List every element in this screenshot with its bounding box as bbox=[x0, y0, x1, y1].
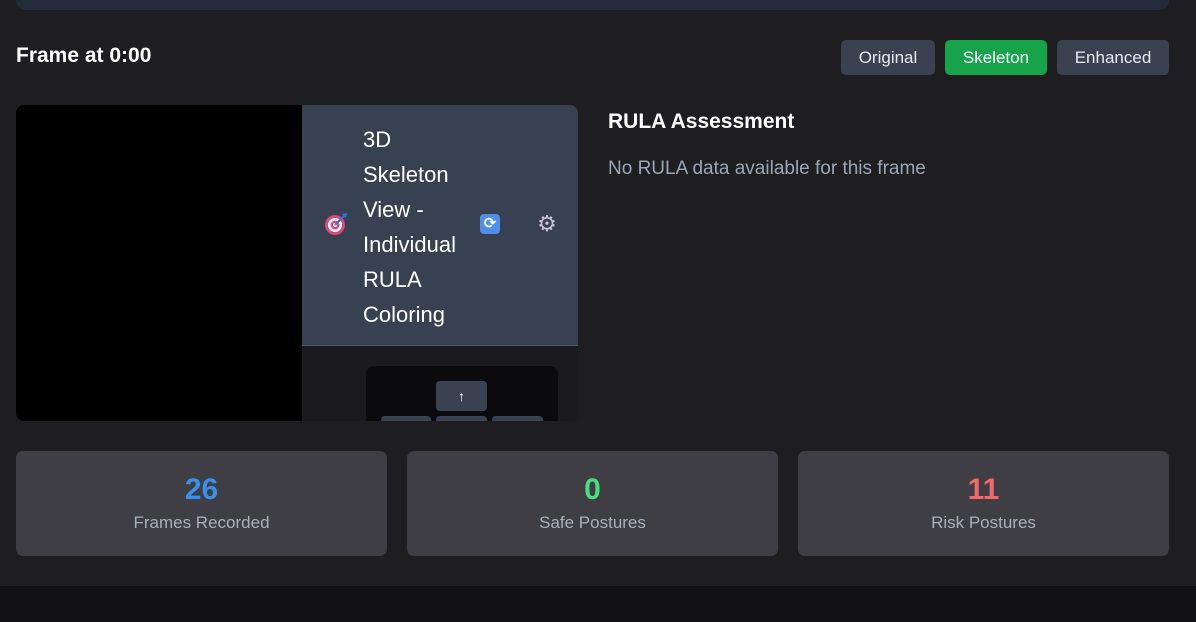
frames-recorded-card: 26 Frames Recorded bbox=[16, 451, 387, 556]
safe-postures-card: 0 Safe Postures bbox=[407, 451, 778, 556]
title-line: View - bbox=[363, 197, 424, 222]
rula-assessment-title: RULA Assessment bbox=[608, 110, 795, 133]
skeleton-3d-panel: 3D Skeleton View - Individual RULA Color… bbox=[302, 105, 578, 421]
rula-empty-message: No RULA data available for this frame bbox=[608, 158, 926, 179]
gear-icon[interactable]: ⚙ bbox=[536, 213, 558, 235]
target-icon bbox=[325, 213, 347, 235]
risk-postures-value: 11 bbox=[967, 473, 1000, 506]
title-line: 3D bbox=[363, 127, 392, 152]
enhanced-view-button[interactable]: Enhanced bbox=[1057, 40, 1169, 75]
safe-postures-label: Safe Postures bbox=[539, 513, 646, 532]
frame-title: Frame at 0:00 bbox=[16, 44, 152, 67]
camera-right-button[interactable] bbox=[492, 416, 543, 421]
original-view-button[interactable]: Original bbox=[841, 40, 935, 75]
camera-up-button[interactable]: ↑ bbox=[436, 381, 487, 411]
title-line: RULA bbox=[363, 267, 422, 292]
main-panel: Frame at 0:00 Original Skeleton Enhanced… bbox=[0, 0, 1196, 586]
camera-down-button[interactable] bbox=[436, 416, 487, 421]
title-line: Coloring bbox=[363, 302, 445, 327]
frames-recorded-value: 26 bbox=[184, 473, 219, 506]
risk-postures-label: Risk Postures bbox=[931, 513, 1036, 532]
skeleton-view-button[interactable]: Skeleton bbox=[945, 40, 1047, 75]
frames-recorded-label: Frames Recorded bbox=[133, 513, 270, 532]
safe-postures-value: 0 bbox=[584, 473, 601, 506]
skeleton-panel-header: 3D Skeleton View - Individual RULA Color… bbox=[302, 105, 578, 346]
camera-left-button[interactable] bbox=[381, 416, 431, 421]
video-viewport: 3D Skeleton View - Individual RULA Color… bbox=[16, 105, 578, 421]
risk-postures-card: 11 Risk Postures bbox=[798, 451, 1169, 556]
skeleton-panel-title: 3D Skeleton View - Individual RULA Color… bbox=[363, 122, 483, 332]
title-line: Individual bbox=[363, 232, 456, 257]
refresh-icon[interactable]: ⟳ bbox=[480, 214, 500, 234]
top-strip bbox=[16, 0, 1169, 10]
title-line: Skeleton bbox=[363, 162, 449, 187]
camera-controls: ↑ bbox=[366, 366, 558, 421]
